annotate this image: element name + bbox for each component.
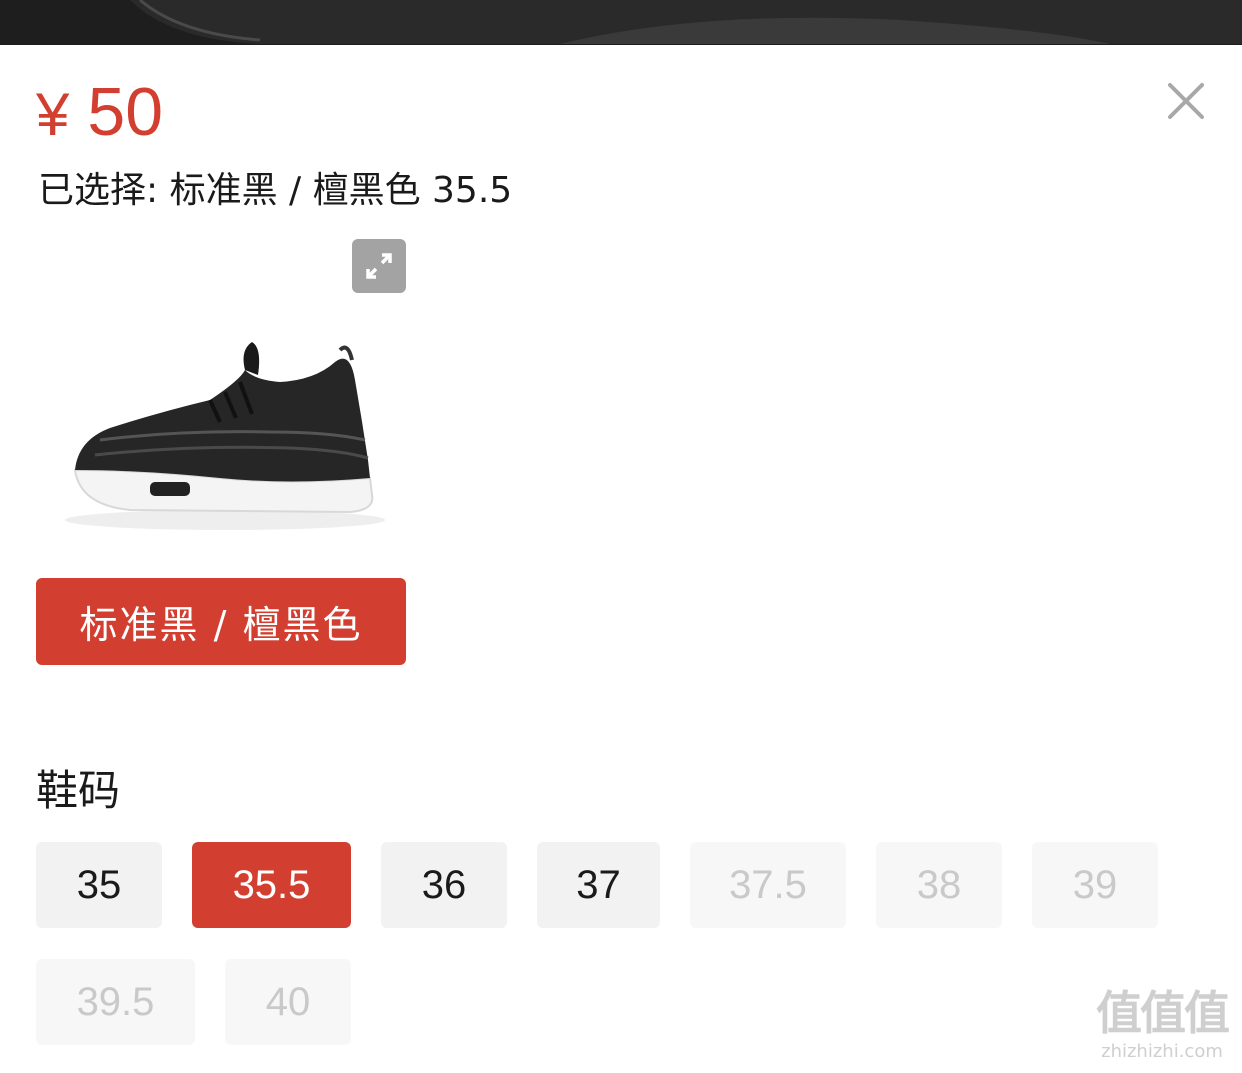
size-option[interactable]: 35 xyxy=(36,842,162,928)
expand-icon xyxy=(366,253,392,279)
background-product-image xyxy=(130,0,1242,44)
selected-summary: 已选择: 标准黑 / 檀黑色 35.5 xyxy=(38,170,513,211)
watermark-logo: 值值值 xyxy=(1096,986,1230,1040)
size-option[interactable]: 36 xyxy=(381,842,507,928)
watermark-text: zhizhizhi.com xyxy=(1101,1041,1223,1062)
size-option-disabled: 38 xyxy=(876,842,1002,928)
product-thumbnail[interactable] xyxy=(40,320,410,550)
price-amount: 50 xyxy=(87,74,164,150)
size-section-heading: 鞋码 xyxy=(36,766,121,815)
size-option[interactable]: 37 xyxy=(537,842,660,928)
size-option-disabled: 40 xyxy=(225,959,351,1045)
close-icon xyxy=(1168,83,1204,119)
size-option-disabled: 39.5 xyxy=(36,959,195,1045)
size-option-disabled: 37.5 xyxy=(690,842,846,928)
price: ¥ 50 xyxy=(36,73,163,153)
background-overlay[interactable] xyxy=(0,0,1242,45)
expand-image-button[interactable] xyxy=(352,239,406,293)
color-option-selected[interactable]: 标准黑 / 檀黑色 xyxy=(36,578,406,665)
price-currency: ¥ xyxy=(36,81,70,148)
close-button[interactable] xyxy=(1162,77,1210,125)
watermark: 值值值 zhizhizhi.com xyxy=(1092,985,1232,1073)
sku-selector-sheet: ¥ 50 已选择: 标准黑 / 檀黑色 35.5 标准黑 / 檀黑色 鞋码 35… xyxy=(0,45,1242,1062)
size-option-selected[interactable]: 35.5 xyxy=(192,842,351,928)
size-option-disabled: 39 xyxy=(1032,842,1158,928)
